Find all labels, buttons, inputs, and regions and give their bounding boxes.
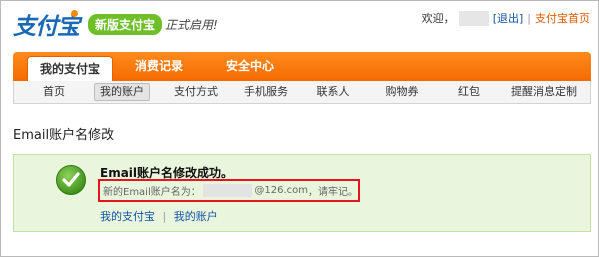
welcome-text: 欢迎，	[421, 12, 455, 25]
subnav-mobile-services[interactable]: 手机服务	[239, 84, 293, 100]
subnav-coupons[interactable]: 购物券	[379, 84, 425, 100]
tab-security-center[interactable]: 安全中心	[213, 52, 287, 81]
subnav-red-packets[interactable]: 红包	[449, 84, 489, 100]
tab-consumption-records[interactable]: 消费记录	[123, 52, 195, 81]
success-box: Email账户名修改成功。 新的Email账户名为： @126.com ，请牢记…	[13, 154, 591, 232]
username-redacted	[458, 10, 489, 26]
subnav-notification-settings[interactable]: 提醒消息定制	[504, 84, 584, 100]
subnav-home[interactable]: 首页	[34, 84, 74, 100]
alipay-logo[interactable]: 支付宝 新版支付宝 正式启用!	[13, 7, 218, 41]
follow-up-links: 我的支付宝 | 我的账户	[100, 208, 218, 224]
divider: |	[527, 11, 531, 25]
page-frame: 支付宝 新版支付宝 正式启用! 欢迎， [退出] | 支付宝首页 我的支付宝 消…	[0, 0, 599, 257]
success-check-icon	[56, 165, 86, 195]
welcome-bar: 欢迎， [退出] | 支付宝首页	[422, 10, 590, 26]
sub-nav: 首页 我的账户 支付方式 手机服务 联系人 购物券 红包 提醒消息定制	[13, 81, 591, 104]
logout-link[interactable]: [退出]	[493, 10, 524, 26]
page-title: Email账户名修改	[13, 128, 115, 143]
email-redacted	[202, 184, 253, 197]
logo-text: 支付宝	[13, 14, 80, 40]
logo-badge: 新版支付宝	[88, 13, 163, 35]
alipay-home-link[interactable]: 支付宝首页	[535, 10, 590, 26]
my-alipay-link[interactable]: 我的支付宝	[100, 210, 155, 223]
new-email-domain: @126.com	[254, 185, 308, 196]
new-email-info: 新的Email账户名为： @126.com ，请牢记。	[98, 179, 360, 202]
tab-my-alipay[interactable]: 我的支付宝	[27, 56, 113, 82]
subnav-payment-methods[interactable]: 支付方式	[169, 84, 223, 100]
new-email-suffix: ，请牢记。	[308, 187, 358, 198]
subnav-my-account[interactable]: 我的账户	[94, 83, 150, 101]
subnav-contacts[interactable]: 联系人	[310, 84, 356, 100]
logo-dot-icon	[71, 9, 78, 17]
main-nav: 我的支付宝 消费记录 安全中心	[13, 52, 591, 82]
logo-mark: 支付宝	[13, 7, 86, 41]
logo-tagline: 正式启用!	[165, 17, 218, 32]
new-email-prefix: 新的Email账户名为：	[103, 187, 201, 198]
link-divider: |	[162, 210, 167, 223]
my-account-link[interactable]: 我的账户	[174, 210, 218, 223]
